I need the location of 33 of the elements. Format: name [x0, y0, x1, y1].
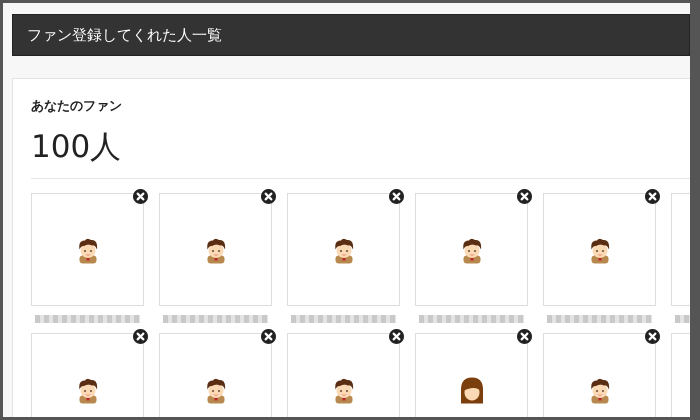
- boy-avatar-drawing: [78, 238, 97, 264]
- boy-avatar-drawing: [590, 378, 609, 404]
- avatar-tile[interactable]: [31, 193, 144, 306]
- close-icon[interactable]: [389, 329, 404, 344]
- avatar-tile[interactable]: [287, 333, 400, 417]
- avatar-tile[interactable]: [159, 193, 272, 306]
- boy-avatar-drawing: [206, 378, 225, 404]
- boy-avatar-drawing: [462, 238, 481, 264]
- avatar-tile[interactable]: [31, 333, 144, 417]
- close-icon[interactable]: [261, 189, 276, 204]
- avatar-tile[interactable]: [287, 193, 400, 306]
- avatar-tile[interactable]: [415, 333, 528, 417]
- close-icon[interactable]: [389, 189, 404, 204]
- close-icon[interactable]: [645, 189, 660, 204]
- close-icon[interactable]: [261, 329, 276, 344]
- girl-avatar-drawing: [460, 377, 482, 404]
- section-heading: あなたのファン: [31, 98, 123, 115]
- avatar-tile[interactable]: [543, 193, 656, 306]
- close-icon[interactable]: [133, 189, 148, 204]
- boy-avatar-drawing: [78, 378, 97, 404]
- close-icon[interactable]: [645, 329, 660, 344]
- close-icon[interactable]: [517, 189, 532, 204]
- close-icon[interactable]: [133, 329, 148, 344]
- avatar-tile[interactable]: [543, 333, 656, 417]
- avatar-tile[interactable]: [415, 193, 528, 306]
- close-icon[interactable]: [517, 329, 532, 344]
- boy-avatar-drawing: [590, 238, 609, 264]
- fan-count: 100人: [31, 129, 122, 166]
- boy-avatar-drawing: [334, 378, 353, 404]
- boy-avatar-drawing: [334, 238, 353, 264]
- boy-avatar-drawing: [206, 238, 225, 264]
- avatar-tile[interactable]: [159, 333, 272, 417]
- page-title-bar: ファン登録してくれた人一覧: [12, 14, 690, 56]
